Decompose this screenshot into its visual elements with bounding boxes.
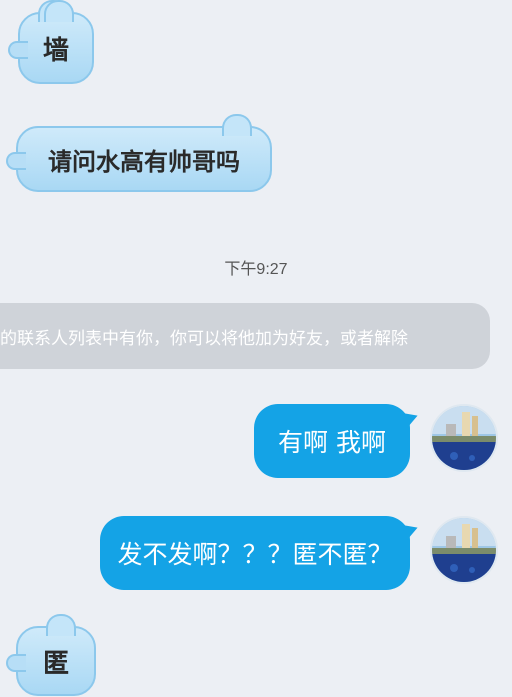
message-text: 发不发啊？？？匿不匿？ [117, 540, 393, 569]
system-notice[interactable]: 的联系人列表中有你，你可以将他加为好友，或者解除 [0, 303, 490, 369]
message-text: 请问水高有帅哥吗 [48, 146, 240, 176]
message-text: 有啊 我啊 [278, 428, 386, 457]
avatar-image [432, 518, 496, 582]
received-message-bubble[interactable]: 匿 [6, 614, 96, 696]
bubble-ear-decoration [44, 0, 74, 22]
bubble-tail [401, 520, 421, 540]
system-notice-text: 的联系人列表中有你，你可以将他加为好友，或者解除 [0, 328, 408, 349]
message-timestamp: 下午9:27 [224, 261, 288, 278]
message-text: 匿 [42, 648, 69, 679]
user-avatar[interactable] [430, 404, 498, 472]
bubble-tail [401, 408, 421, 428]
user-avatar[interactable] [430, 516, 498, 584]
bubble-ear-decoration [222, 114, 252, 136]
bubble-tail [6, 654, 26, 672]
bubble-tail [6, 152, 26, 170]
received-message-bubble[interactable]: 请问水高有帅哥吗 [6, 114, 272, 192]
bubble-tail [8, 41, 28, 59]
chat-window: 墙 请问水高有帅哥吗 下午9:27 的联系人列表中有你，你可以将他加为好友，或者… [0, 0, 512, 697]
bubble-ear-decoration [46, 614, 76, 636]
avatar-image [432, 406, 496, 470]
message-text: 墙 [42, 35, 69, 66]
received-message-bubble[interactable]: 墙 [8, 0, 94, 84]
sent-message-bubble[interactable]: 发不发啊？？？匿不匿？ [100, 516, 421, 590]
sent-message-bubble[interactable]: 有啊 我啊 [254, 404, 421, 478]
